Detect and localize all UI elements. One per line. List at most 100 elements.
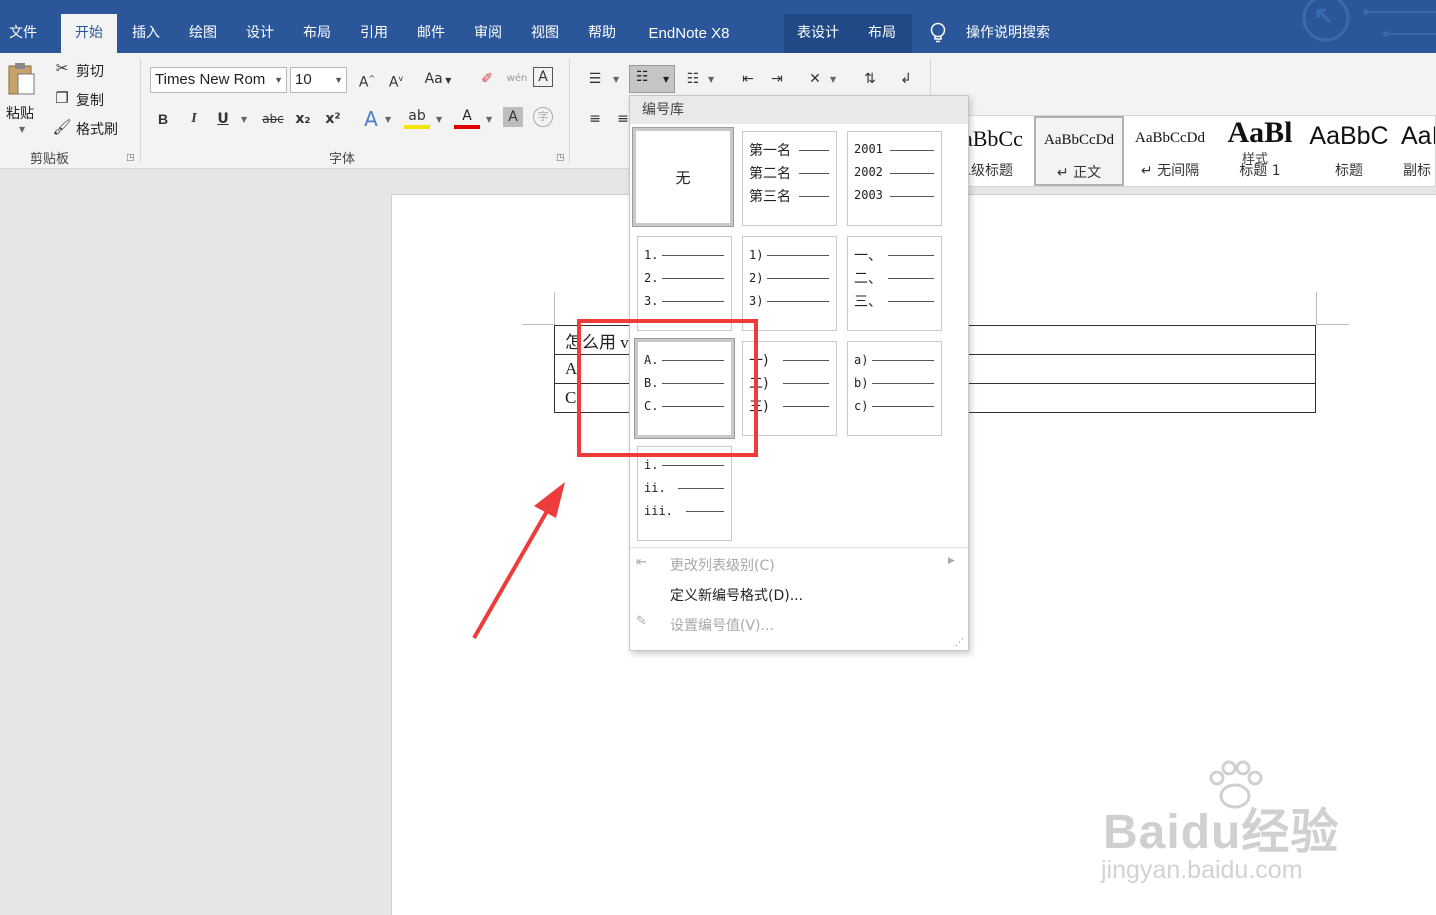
shrink-font-button[interactable]: Av: [383, 67, 409, 91]
character-shading-button[interactable]: A: [503, 107, 523, 127]
font-group-label: 字体: [329, 152, 356, 167]
grow-font-button[interactable]: A^: [354, 67, 380, 91]
numbering-tile-lower-roman[interactable]: i. ii. iii.: [637, 446, 732, 541]
paste-dropdown-caret[interactable]: ▼: [19, 125, 25, 134]
shrink-font-icon: A: [388, 74, 399, 91]
paste-icon[interactable]: [6, 61, 36, 97]
numbering-tile-years[interactable]: 2001 2002 2003: [847, 131, 942, 226]
style-sample: AaBl: [1227, 116, 1293, 149]
enclose-characters-button[interactable]: 字: [533, 107, 553, 127]
chevron-down-icon[interactable]: ▼: [708, 75, 714, 84]
tile-row: 2003: [854, 188, 883, 202]
superscript-button[interactable]: x²: [320, 107, 346, 131]
copy-icon: ❐: [55, 89, 69, 107]
tab-mailings[interactable]: 邮件: [406, 14, 456, 53]
tab-review[interactable]: 审阅: [463, 14, 513, 53]
style-no-spacing[interactable]: AaBbCcDd ↵ 无间隔: [1125, 116, 1215, 186]
tab-layout[interactable]: 布局: [292, 14, 342, 53]
tile-line: [662, 255, 724, 256]
change-list-level-item[interactable]: 更改列表级别(C): [670, 555, 775, 575]
clipboard-launcher-icon[interactable]: ◳: [126, 153, 135, 163]
numbering-tile-arabic-paren[interactable]: 1) 2) 3): [742, 236, 837, 331]
paste-button[interactable]: 粘贴: [6, 103, 34, 123]
tab-view[interactable]: 视图: [520, 14, 570, 53]
tile-line: [888, 255, 934, 256]
styles-group-label: 样式: [1242, 152, 1269, 167]
clear-formatting-icon[interactable]: ✐: [474, 67, 500, 91]
font-launcher-icon[interactable]: ◳: [556, 153, 565, 163]
tile-line: [767, 278, 829, 279]
highlight-box-annotation: [577, 319, 758, 457]
font-family-input[interactable]: Times New Rom ▼: [150, 67, 287, 93]
increase-indent-icon[interactable]: ⇥: [764, 67, 790, 91]
underline-button[interactable]: U: [210, 107, 236, 131]
show-marks-icon[interactable]: ↲: [893, 67, 919, 91]
align-left-icon[interactable]: ≡: [582, 107, 608, 131]
set-numbering-value-item[interactable]: 设置编号值(V)...: [670, 615, 774, 635]
strikethrough-button[interactable]: abc: [258, 107, 288, 131]
chevron-down-icon[interactable]: ▼: [241, 115, 247, 124]
copy-button[interactable]: 复制: [76, 90, 104, 110]
sort-icon[interactable]: ⇅: [857, 67, 883, 91]
tile-line: [890, 196, 934, 197]
baidu-watermark: Baidu经验 jingyan.baidu.com: [1095, 760, 1365, 890]
tab-draw[interactable]: 绘图: [178, 14, 228, 53]
resize-grip-icon[interactable]: ⋰: [955, 638, 964, 648]
bullets-icon[interactable]: ☰: [582, 67, 608, 91]
margin-guide: [1316, 292, 1317, 325]
subscript-button[interactable]: x₂: [290, 107, 316, 131]
tab-help[interactable]: 帮助: [577, 14, 627, 53]
text-effects-button[interactable]: A: [358, 107, 384, 131]
tab-table-layout[interactable]: 布局: [856, 14, 908, 53]
numbering-tile-ordinal-chinese[interactable]: 第一名 第二名 第三名: [742, 131, 837, 226]
tab-endnote[interactable]: EndNote X8: [634, 14, 744, 53]
tab-file[interactable]: 文件: [0, 14, 46, 53]
multilevel-list-icon[interactable]: ☷: [680, 67, 706, 91]
style-sample: AaBbCcDd: [1135, 130, 1205, 146]
chevron-down-icon[interactable]: ▼: [486, 115, 492, 124]
chevron-down-icon[interactable]: ▼: [830, 75, 836, 84]
tile-line: [783, 406, 829, 407]
tile-line: [783, 360, 829, 361]
tell-me-search[interactable]: 操作说明搜索: [958, 14, 1058, 53]
cut-button[interactable]: 剪切: [76, 61, 104, 81]
character-border-icon[interactable]: A: [533, 67, 553, 87]
numbering-tile-arabic-period[interactable]: 1. 2. 3.: [637, 236, 732, 331]
define-new-number-format-item[interactable]: 定义新编号格式(D)...: [670, 585, 803, 605]
chinese-layout-icon[interactable]: ✕: [802, 67, 828, 91]
bold-button[interactable]: B: [150, 107, 176, 131]
tab-design[interactable]: 设计: [235, 14, 285, 53]
tile-row: 二、: [854, 271, 882, 287]
italic-button[interactable]: I: [181, 107, 207, 131]
style-subtitle[interactable]: AaI 副标: [1395, 116, 1435, 186]
tab-home[interactable]: 开始: [61, 14, 117, 53]
font-size-input[interactable]: 10 ▼: [290, 67, 347, 93]
change-case-button[interactable]: Aa ▼: [420, 67, 456, 91]
tile-row: iii.: [644, 504, 673, 518]
tab-references[interactable]: 引用: [349, 14, 399, 53]
style-title[interactable]: AaBbC 标题: [1305, 116, 1393, 186]
font-color-button[interactable]: A: [454, 107, 480, 129]
phonetic-guide-icon[interactable]: wén: [504, 67, 530, 91]
style-sample: AaBbCcDd: [1044, 132, 1114, 148]
format-painter-button[interactable]: 格式刷: [76, 119, 118, 139]
tab-insert[interactable]: 插入: [121, 14, 171, 53]
numbering-none-tile[interactable]: 无: [632, 127, 734, 227]
tab-table-design[interactable]: 表设计: [788, 14, 848, 53]
numbering-tile-lower-alpha[interactable]: a) b) c): [847, 341, 942, 436]
chevron-down-icon[interactable]: ▼: [613, 75, 619, 84]
numbering-button[interactable]: ☷ ▼: [629, 65, 675, 93]
style-normal[interactable]: AaBbCcDd ↵ 正文: [1034, 116, 1124, 186]
chevron-down-icon[interactable]: ▼: [436, 115, 442, 124]
tile-row: c): [854, 399, 869, 413]
red-arrow-annotation: [472, 482, 565, 639]
ribbon-decoration: [1266, 0, 1436, 53]
style-name: ↵ 无间隔: [1140, 163, 1200, 179]
decrease-indent-icon[interactable]: ⇤: [735, 67, 761, 91]
style-name: 标题: [1335, 163, 1363, 179]
chevron-down-icon[interactable]: ▼: [385, 115, 391, 124]
highlight-color-button[interactable]: ab: [404, 107, 430, 129]
numbering-tile-chinese-comma[interactable]: 一、 二、 三、: [847, 236, 942, 331]
set-numbering-value-icon: ✎: [636, 614, 647, 629]
chevron-down-icon: ▼: [334, 75, 343, 85]
